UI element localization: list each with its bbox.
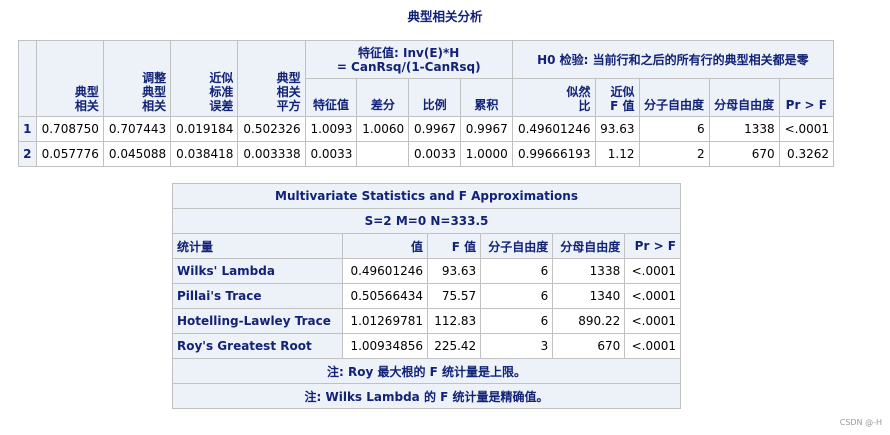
cell-den-df: 670 [708, 141, 780, 167]
header-canonical-correlation: 典型 相关 [35, 40, 104, 117]
corner-cell [18, 40, 37, 117]
row-statistic-name: Wilks' Lambda [172, 258, 343, 284]
cell-likelihood-ratio: 0.99666193 [511, 141, 596, 167]
canonical-correlation-table: 典型 相关 调整 典型 相关 近似 标准 误差 典型 相关 平方 特征值: Inv(E)*H =… [18, 40, 835, 167]
row-statistic-name: Roy's Greatest Root [172, 333, 343, 359]
cell-den-df: 890.22 [552, 308, 626, 334]
cell-num-df: 6 [480, 258, 554, 284]
header-adjusted-canonical-correlation: 调整 典型 相关 [102, 40, 172, 117]
cell-pr-f: <.0001 [624, 308, 681, 334]
table-row: Pillai's Trace 0.50566434 75.57 6 1340 <… [172, 283, 681, 309]
header-eigenvalue: 特征值 [304, 78, 358, 117]
cell-canonical-correlation: 0.057776 [35, 141, 104, 167]
table-row: Roy's Greatest Root 1.00934856 225.42 3 … [172, 333, 681, 359]
cell-value: 1.01269781 [341, 308, 428, 334]
cell-f-value: 75.57 [426, 283, 482, 309]
cell-approx-f: 1.12 [594, 141, 640, 167]
table-row: Hotelling-Lawley Trace 1.01269781 112.83… [172, 308, 681, 334]
cell-den-df: 1340 [552, 283, 626, 309]
watermark: CSDN @-H [839, 418, 882, 427]
cell-value: 0.50566434 [341, 283, 428, 309]
table-row: Wilks' Lambda 0.49601246 93.63 6 1338 <.… [172, 258, 681, 284]
row-index: 1 [18, 116, 37, 142]
table-row: 2 0.057776 0.045088 0.038418 0.003338 0.… [18, 141, 835, 167]
header-h0-test-group: H0 检验: 当前行和之后的所有行的典型相关都是零 [511, 40, 835, 79]
cell-pr-f: <.0001 [624, 333, 681, 359]
cell-approx-f: 93.63 [594, 116, 640, 142]
header-cumulative: 累积 [459, 78, 513, 117]
cell-difference: 1.0060 [356, 116, 410, 142]
cell-difference [356, 141, 410, 167]
page-title: 典型相关分析 [407, 9, 483, 24]
cell-likelihood-ratio: 0.49601246 [511, 116, 596, 142]
cell-eigenvalue: 1.0093 [304, 116, 358, 142]
header-den-df: 分母自由度 [552, 233, 626, 259]
header-pr-f: Pr > F [624, 233, 681, 259]
header-approx-standard-error: 近似 标准 误差 [170, 40, 239, 117]
header-den-df: 分母自由度 [708, 78, 780, 117]
cell-standard-error: 0.019184 [170, 116, 239, 142]
cell-eigenvalue: 0.0033 [304, 141, 358, 167]
table-row: 1 0.708750 0.707443 0.019184 0.502326 1.… [18, 116, 835, 142]
cell-num-df: 3 [480, 333, 554, 359]
header-num-df: 分子自由度 [638, 78, 710, 117]
header-squared-canonical-correlation: 典型 相关 平方 [237, 40, 306, 117]
cell-den-df: 1338 [708, 116, 780, 142]
multivariate-statistics-table: Multivariate Statistics and F Approximat… [172, 183, 681, 409]
cell-standard-error: 0.038418 [170, 141, 239, 167]
cell-cumulative: 1.0000 [459, 141, 513, 167]
cell-f-value: 225.42 [426, 333, 482, 359]
cell-squared: 0.502326 [237, 116, 306, 142]
header-eigenvalue-group: 特征值: Inv(E)*H = CanRsq/(1-CanRsq) [304, 40, 513, 79]
row-statistic-name: Hotelling-Lawley Trace [172, 308, 343, 334]
cell-cumulative: 0.9967 [459, 116, 513, 142]
cell-proportion: 0.0033 [408, 141, 461, 167]
cell-adjusted: 0.045088 [102, 141, 172, 167]
header-likelihood-ratio: 似然比 [511, 78, 596, 117]
header-f-value: F 值 [426, 233, 482, 259]
header-approx-f: 近似 F 值 [594, 78, 640, 117]
header-value: 值 [341, 233, 428, 259]
cell-den-df: 670 [552, 333, 626, 359]
cell-pr-f: 0.3262 [778, 141, 835, 167]
header-difference: 差分 [356, 78, 410, 117]
table-heading: Multivariate Statistics and F Approximat… [172, 183, 681, 209]
row-statistic-name: Pillai's Trace [172, 283, 343, 309]
header-statistic: 统计量 [172, 233, 343, 259]
footnote-wilks: 注: Wilks Lambda 的 F 统计量是精确值。 [172, 383, 681, 409]
cell-value: 0.49601246 [341, 258, 428, 284]
header-num-df: 分子自由度 [480, 233, 554, 259]
row-index: 2 [18, 141, 37, 167]
cell-pr-f: <.0001 [778, 116, 835, 142]
footnote-roy: 注: Roy 最大根的 F 统计量是上限。 [172, 358, 681, 384]
cell-value: 1.00934856 [341, 333, 428, 359]
cell-canonical-correlation: 0.708750 [35, 116, 104, 142]
cell-den-df: 1338 [552, 258, 626, 284]
header-proportion: 比例 [408, 78, 461, 117]
cell-proportion: 0.9967 [408, 116, 461, 142]
header-pr-f: Pr > F [778, 78, 835, 117]
table-subheading: S=2 M=0 N=333.5 [172, 208, 681, 234]
cell-f-value: 93.63 [426, 258, 482, 284]
cell-num-df: 2 [638, 141, 710, 167]
cell-adjusted: 0.707443 [102, 116, 172, 142]
cell-pr-f: <.0001 [624, 283, 681, 309]
cell-f-value: 112.83 [426, 308, 482, 334]
cell-num-df: 6 [480, 283, 554, 309]
cell-num-df: 6 [480, 308, 554, 334]
cell-num-df: 6 [638, 116, 710, 142]
cell-squared: 0.003338 [237, 141, 306, 167]
cell-pr-f: <.0001 [624, 258, 681, 284]
